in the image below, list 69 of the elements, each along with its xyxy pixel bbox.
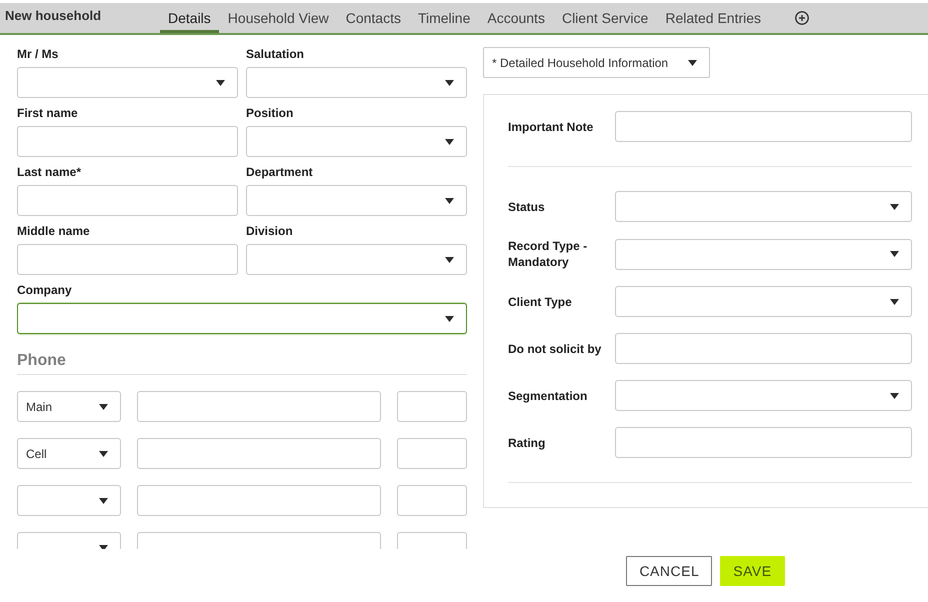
field-label: Important Note [508, 118, 594, 134]
field-label: Last name* [17, 164, 82, 180]
cancel-button[interactable]: CANCEL [626, 556, 712, 586]
select-field[interactable] [615, 238, 912, 270]
input-field[interactable] [615, 111, 912, 142]
page-title: New household [5, 8, 102, 22]
caret-icon [99, 544, 108, 549]
field-label: Middle name [17, 223, 90, 239]
tab[interactable]: Details [160, 3, 219, 33]
input-field[interactable] [17, 185, 238, 216]
field-label: First name [17, 105, 78, 121]
plus-circle-icon[interactable] [795, 11, 810, 25]
select-field[interactable] [17, 67, 238, 98]
tab[interactable]: Timeline [410, 3, 478, 33]
caret-icon [890, 298, 899, 304]
select-field[interactable] [615, 191, 912, 222]
field-label: Position [246, 105, 294, 121]
caret-icon [890, 392, 899, 398]
caret-icon [445, 138, 454, 144]
field-label: Salutation [246, 46, 304, 62]
field-label: Rating [508, 434, 546, 450]
caret-icon [216, 80, 225, 86]
caret-icon [445, 256, 454, 262]
caret-icon [890, 204, 899, 210]
input-field[interactable] [615, 427, 912, 458]
input-field[interactable] [17, 126, 238, 157]
tab[interactable]: Household View [220, 3, 337, 33]
select-field[interactable] [615, 380, 912, 411]
short-input-field[interactable] [397, 438, 467, 469]
save-button[interactable]: SAVE [720, 556, 785, 586]
select-field[interactable] [246, 126, 467, 157]
tab[interactable]: Client Service [554, 3, 656, 33]
phone-type-select[interactable]: Main [17, 391, 121, 422]
field-label: Company [17, 282, 72, 298]
field-label: Status [508, 198, 546, 214]
tab[interactable]: Related Entries [657, 3, 770, 33]
field-label: Record Type - Mandatory [508, 238, 588, 270]
phone-type-select[interactable]: Cell [17, 438, 121, 469]
short-input-field[interactable] [397, 391, 467, 422]
field-label: Segmentation [508, 388, 588, 404]
input-field[interactable] [17, 244, 238, 275]
phone-number-field[interactable] [137, 438, 381, 469]
caret-icon [99, 404, 108, 410]
tab[interactable]: Accounts [479, 3, 553, 33]
field-label: Division [246, 223, 293, 239]
caret-icon [445, 198, 454, 204]
phone-number-field[interactable] [137, 391, 381, 422]
section-heading: Phone [17, 351, 467, 375]
field-label: Do not solicit by [508, 340, 602, 356]
select-field[interactable] [246, 67, 467, 98]
caret-icon [445, 316, 454, 322]
caret-icon [99, 498, 108, 504]
caret-icon [890, 251, 899, 257]
tab[interactable]: Contacts [338, 3, 409, 33]
section-dropdown[interactable]: * Detailed Household Information [483, 47, 710, 78]
field-label: Client Type [508, 294, 573, 310]
short-input-field[interactable] [397, 485, 467, 516]
caret-icon [99, 450, 108, 456]
caret-icon [445, 80, 454, 86]
input-field[interactable] [615, 333, 912, 364]
select-field[interactable] [246, 185, 467, 216]
phone-type-select[interactable] [17, 485, 121, 516]
select-field[interactable] [615, 286, 912, 317]
phone-number-field[interactable] [137, 485, 381, 516]
caret-icon [688, 60, 697, 66]
field-label: Department [246, 164, 313, 180]
select-field[interactable] [17, 303, 467, 334]
select-field[interactable] [246, 244, 467, 275]
field-label: Mr / Ms [17, 46, 58, 62]
